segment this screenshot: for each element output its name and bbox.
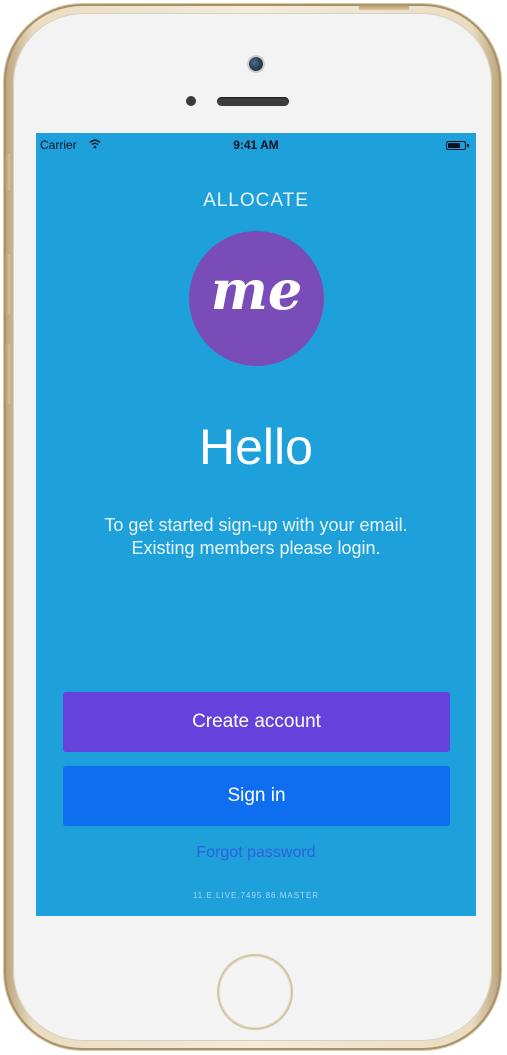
app-logo: me <box>189 231 324 366</box>
app-screen: Carrier 9:41 AM ALLOCATE me Hello To get… <box>36 133 476 916</box>
status-bar: Carrier 9:41 AM <box>36 133 476 157</box>
intro-text: To get started sign-up with your email. … <box>46 514 466 560</box>
camera-icon <box>249 57 263 71</box>
forgot-password-link[interactable]: Forgot password <box>36 844 476 862</box>
logo-text: me <box>210 258 303 322</box>
sign-in-button[interactable]: Sign in <box>63 766 450 826</box>
volume-up-button <box>4 254 10 314</box>
power-button <box>359 4 409 10</box>
brand-title: ALLOCATE <box>203 190 309 211</box>
volume-down-button <box>4 344 10 404</box>
intro-line-1: To get started sign-up with your email. <box>104 515 408 535</box>
page-title: Hello <box>199 419 313 475</box>
mute-switch <box>4 154 10 190</box>
create-account-button[interactable]: Create account <box>63 692 450 752</box>
intro-line-2: Existing members please login. <box>131 538 381 558</box>
battery-icon <box>446 141 469 150</box>
version-label: 11.E.LIVE.7495.86.MASTER <box>192 891 320 900</box>
speaker-grille <box>217 97 289 106</box>
proximity-sensor <box>186 96 196 106</box>
home-button[interactable] <box>219 956 291 1028</box>
clock: 9:41 AM <box>233 138 279 152</box>
